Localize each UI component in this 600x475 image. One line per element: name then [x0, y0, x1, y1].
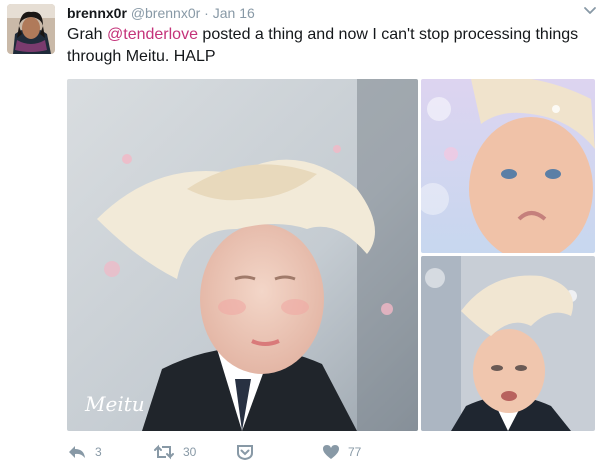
retweet-button[interactable]: 30 — [153, 440, 196, 464]
retweet-icon — [153, 443, 175, 461]
like-count: 77 — [348, 445, 362, 459]
mention-link[interactable]: @tenderlove — [107, 26, 198, 43]
reply-icon — [67, 443, 87, 461]
user-handle[interactable]: @brennx0r — [131, 5, 200, 21]
separator: · — [204, 5, 209, 21]
tweet-text-before: Grah — [67, 26, 108, 43]
meitu-watermark: Meitu — [84, 392, 145, 416]
tweet-header: brennx0r @brennx0r · Jan 16 — [67, 4, 255, 22]
heart-icon — [322, 443, 340, 461]
avatar[interactable] — [7, 4, 55, 54]
timestamp[interactable]: Jan 16 — [213, 5, 255, 21]
shield-down-icon — [236, 443, 254, 461]
tweet-actions: 3 30 77 — [67, 440, 487, 464]
display-name[interactable]: brennx0r — [67, 5, 127, 21]
like-button[interactable]: 77 — [322, 440, 361, 464]
retweet-count: 30 — [183, 445, 197, 459]
reply-button[interactable]: 3 — [67, 440, 102, 464]
photo-bottom-right[interactable] — [421, 256, 595, 431]
photo-top-right[interactable] — [421, 79, 595, 253]
photo-main[interactable]: Meitu — [67, 79, 418, 431]
reply-count: 3 — [95, 445, 102, 459]
more-options-chevron-down-icon[interactable] — [582, 2, 598, 18]
tweet-text: Grah @tenderlove posted a thing and now … — [67, 24, 592, 68]
moderate-button[interactable] — [236, 440, 254, 464]
tweet: brennx0r @brennx0r · Jan 16 Grah @tender… — [0, 0, 600, 475]
